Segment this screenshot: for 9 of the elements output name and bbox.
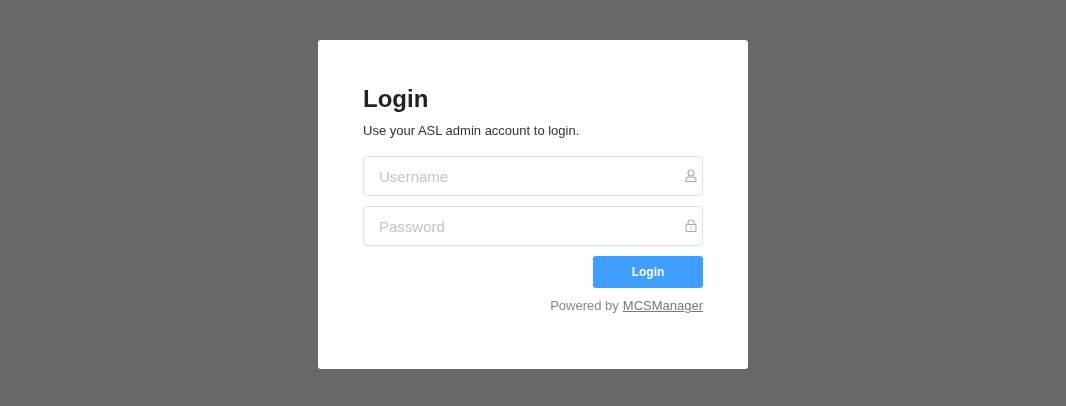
username-field[interactable]: Username: [363, 156, 703, 196]
user-icon: [685, 169, 697, 182]
lock-icon: [685, 219, 697, 232]
mcsmanager-link[interactable]: MCSManager: [622, 298, 703, 313]
dialog-title: Login: [363, 84, 430, 114]
login-button[interactable]: Login: [593, 256, 703, 288]
password-field[interactable]: Password: [363, 206, 703, 246]
powered-by-text: Powered by: [550, 298, 619, 313]
dialog-subtitle: Use your ASL admin account to login.: [363, 123, 581, 138]
